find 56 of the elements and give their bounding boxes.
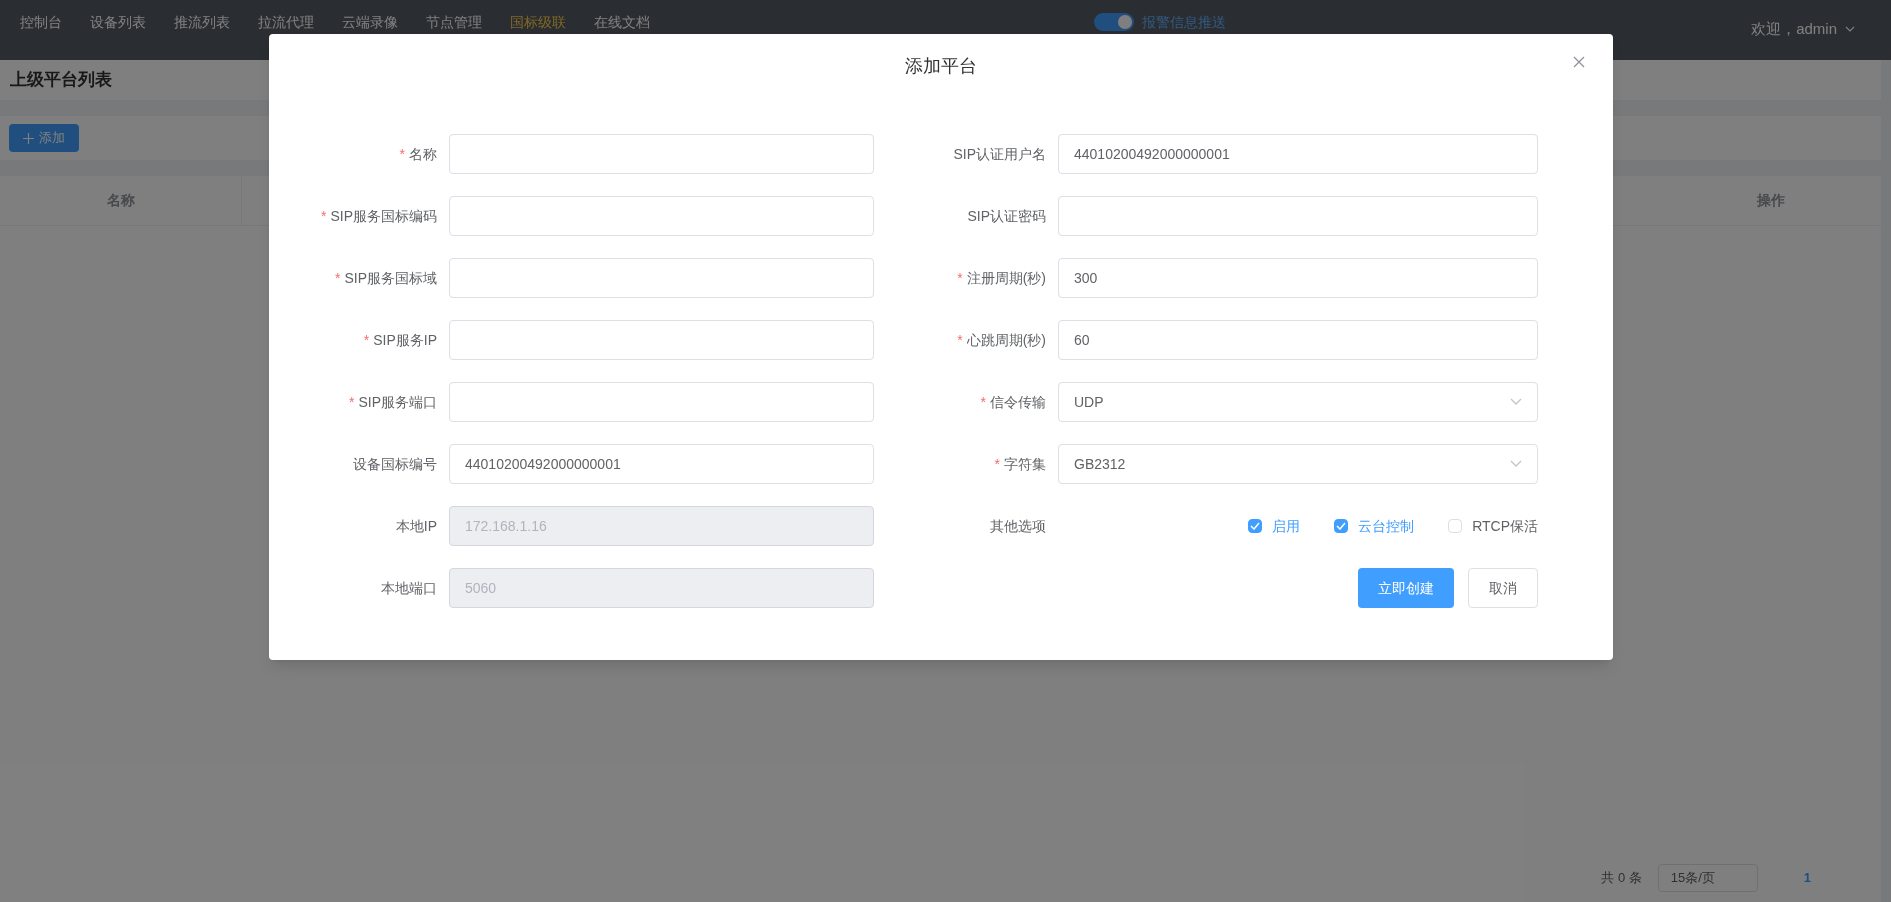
close-icon[interactable]	[1573, 56, 1585, 68]
field-label: * 注册周期(秒)	[956, 268, 1046, 288]
nav-item[interactable]: 云端录像	[328, 13, 412, 31]
input-field[interactable]	[449, 134, 874, 174]
cancel-button[interactable]: 取消	[1468, 568, 1538, 608]
toggle-switch[interactable]	[1094, 13, 1134, 31]
select-field[interactable]: GB2312	[1058, 444, 1538, 484]
nav-item[interactable]: 国标级联	[496, 13, 580, 31]
page-number[interactable]: 1	[1773, 868, 1841, 888]
input-field[interactable]	[1058, 196, 1538, 236]
chevron-down-icon	[1510, 398, 1522, 406]
field-label: * 信令传输	[979, 392, 1046, 412]
field-label: SIP认证用户名	[952, 144, 1046, 164]
nav-item[interactable]: 节点管理	[412, 13, 496, 31]
field-label: * SIP服务国标编码	[319, 206, 437, 226]
checkbox[interactable]	[1248, 519, 1263, 533]
field-label: 本地端口	[380, 578, 437, 598]
add-button[interactable]: 添加	[9, 124, 79, 152]
input-field[interactable]	[449, 196, 874, 236]
checkbox-option[interactable]: 启用	[1248, 515, 1301, 537]
field-label: 设备国标编号	[352, 454, 437, 474]
field-label: * 心跳周期(秒)	[956, 330, 1046, 350]
nav-item[interactable]: 在线文档	[580, 13, 664, 31]
input-field[interactable]: 60	[1058, 320, 1538, 360]
plus-icon	[23, 132, 34, 144]
field-label: SIP认证密码	[966, 206, 1046, 226]
user-greeting[interactable]: 欢迎，admin	[1751, 18, 1837, 41]
input-field[interactable]: 300	[1058, 258, 1538, 298]
nav-item[interactable]: 设备列表	[76, 13, 160, 31]
input-field[interactable]: 44010200492000000001	[1058, 134, 1538, 174]
input-field[interactable]	[449, 258, 874, 298]
nav-item[interactable]: 推流列表	[160, 13, 244, 31]
create-button[interactable]: 立即创建	[1358, 568, 1454, 608]
input-field[interactable]	[449, 320, 874, 360]
nav-item[interactable]: 控制台	[6, 13, 76, 31]
field-label: * SIP服务端口	[347, 392, 437, 412]
field-label: 本地IP	[394, 516, 437, 536]
dialog-title: 添加平台	[905, 54, 977, 78]
total-count: 共 0 条	[1601, 869, 1642, 888]
nav-item[interactable]: 拉流代理	[244, 13, 328, 31]
checkbox-option[interactable]: 云台控制	[1334, 515, 1415, 537]
checkbox[interactable]	[1334, 519, 1349, 533]
page-size-select[interactable]: 15条/页	[1657, 864, 1758, 892]
switch-label: 报警信息推送	[1142, 13, 1226, 31]
page-title: 上级平台列表	[10, 69, 112, 92]
field-label: * SIP服务国标域	[333, 268, 437, 288]
checkbox-option[interactable]: RTCP保活	[1448, 515, 1538, 537]
input-field[interactable]	[449, 382, 874, 422]
select-field[interactable]: UDP	[1058, 382, 1538, 422]
chevron-down-icon	[1845, 26, 1855, 33]
input-field[interactable]: 44010200492000000001	[449, 444, 874, 484]
field-label: * 名称	[398, 144, 437, 164]
chevron-down-icon	[1510, 460, 1522, 468]
field-label: * 字符集	[993, 454, 1046, 474]
field-label: * SIP服务IP	[362, 330, 437, 350]
field-label: 其他选项	[989, 516, 1046, 536]
